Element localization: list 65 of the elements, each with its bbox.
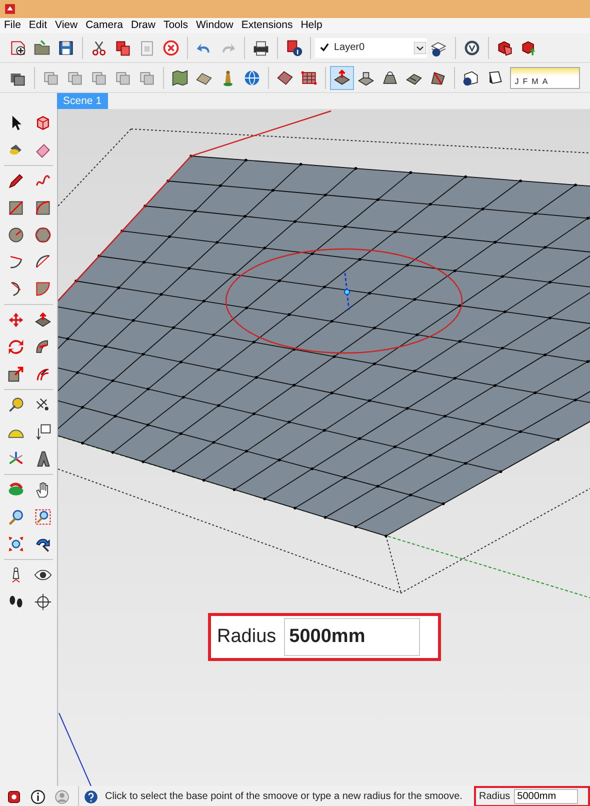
text-label-icon[interactable] xyxy=(34,423,52,441)
grid-icon[interactable] xyxy=(300,68,318,86)
new-file-icon[interactable] xyxy=(9,38,27,56)
shadow-info-icon[interactable] xyxy=(462,68,480,86)
delete-icon[interactable] xyxy=(162,38,180,56)
shadow-toggle-icon[interactable] xyxy=(486,68,504,86)
push-pull-icon xyxy=(333,68,351,86)
copy-icon[interactable] xyxy=(114,38,132,56)
measurement-label: Radius xyxy=(217,624,276,649)
menu-item[interactable]: View xyxy=(51,18,82,33)
cubes-icon[interactable] xyxy=(496,38,514,56)
tape-measure-icon[interactable] xyxy=(7,396,25,414)
terrain-icon[interactable] xyxy=(276,68,294,86)
printer-icon[interactable] xyxy=(252,38,270,56)
month-label: J xyxy=(514,76,519,86)
save-icon[interactable] xyxy=(57,38,75,56)
menu-item[interactable]: Extensions xyxy=(237,18,297,33)
menu-item[interactable]: Camera xyxy=(82,18,127,33)
circle-icon[interactable] xyxy=(7,226,25,244)
menu-item[interactable]: File xyxy=(0,18,25,33)
scale-icon[interactable] xyxy=(7,365,25,383)
zoom-extents-icon[interactable] xyxy=(7,535,25,553)
polygon-icon[interactable] xyxy=(34,226,52,244)
push-pull-button[interactable] xyxy=(330,66,354,90)
menu-item[interactable]: Help xyxy=(296,18,326,33)
pie-icon[interactable] xyxy=(34,280,52,298)
measurement-label: Radius xyxy=(479,790,510,804)
globe-icon[interactable] xyxy=(243,68,261,86)
eraser-icon[interactable] xyxy=(34,141,52,159)
open-folder-icon[interactable] xyxy=(33,38,51,56)
cube-upload-icon[interactable] xyxy=(520,38,538,56)
pencil-icon[interactable] xyxy=(7,172,25,190)
rotated-rectangle-icon[interactable] xyxy=(34,199,52,217)
month-label: M xyxy=(532,76,538,86)
model-info-icon[interactable] xyxy=(285,38,303,56)
center-point-marker xyxy=(344,272,350,310)
menu-item[interactable]: Edit xyxy=(24,18,52,33)
layer-dropdown[interactable]: Layer0 xyxy=(315,38,427,58)
rotate-icon[interactable] xyxy=(7,338,25,356)
measurement-field[interactable]: 5000mm xyxy=(514,789,578,804)
menu-item[interactable]: Window xyxy=(192,18,238,33)
zoom-window-icon[interactable] xyxy=(34,508,52,526)
menu-item[interactable]: Tools xyxy=(159,18,192,33)
circle-v-icon[interactable] xyxy=(463,38,481,56)
section-plane-icon[interactable] xyxy=(34,593,52,611)
move-icon[interactable] xyxy=(7,311,25,329)
help-icon[interactable] xyxy=(83,788,99,804)
component-icon[interactable] xyxy=(34,114,52,132)
geolocation-icon[interactable] xyxy=(6,788,22,804)
3d-text-icon[interactable] xyxy=(34,450,52,468)
month-label: A xyxy=(542,76,548,86)
drape-icon[interactable] xyxy=(381,68,399,86)
app-logo-icon xyxy=(2,2,17,16)
rectangle-icon[interactable] xyxy=(7,199,25,217)
map-icon[interactable] xyxy=(171,68,189,86)
push-pull-icon[interactable] xyxy=(34,311,52,329)
menu-item[interactable]: Draw xyxy=(126,18,160,33)
month-label: F xyxy=(522,76,528,86)
info-icon[interactable] xyxy=(30,788,46,804)
measurement-field[interactable]: 5000mm xyxy=(284,618,420,656)
user-icon[interactable] xyxy=(54,788,70,804)
caret-icon xyxy=(414,42,426,54)
scissors-icon[interactable] xyxy=(90,38,108,56)
status-message: Click to select the base point of the smoove or type a new radius for the smoove. xyxy=(105,790,462,804)
zoom-icon[interactable] xyxy=(7,508,25,526)
